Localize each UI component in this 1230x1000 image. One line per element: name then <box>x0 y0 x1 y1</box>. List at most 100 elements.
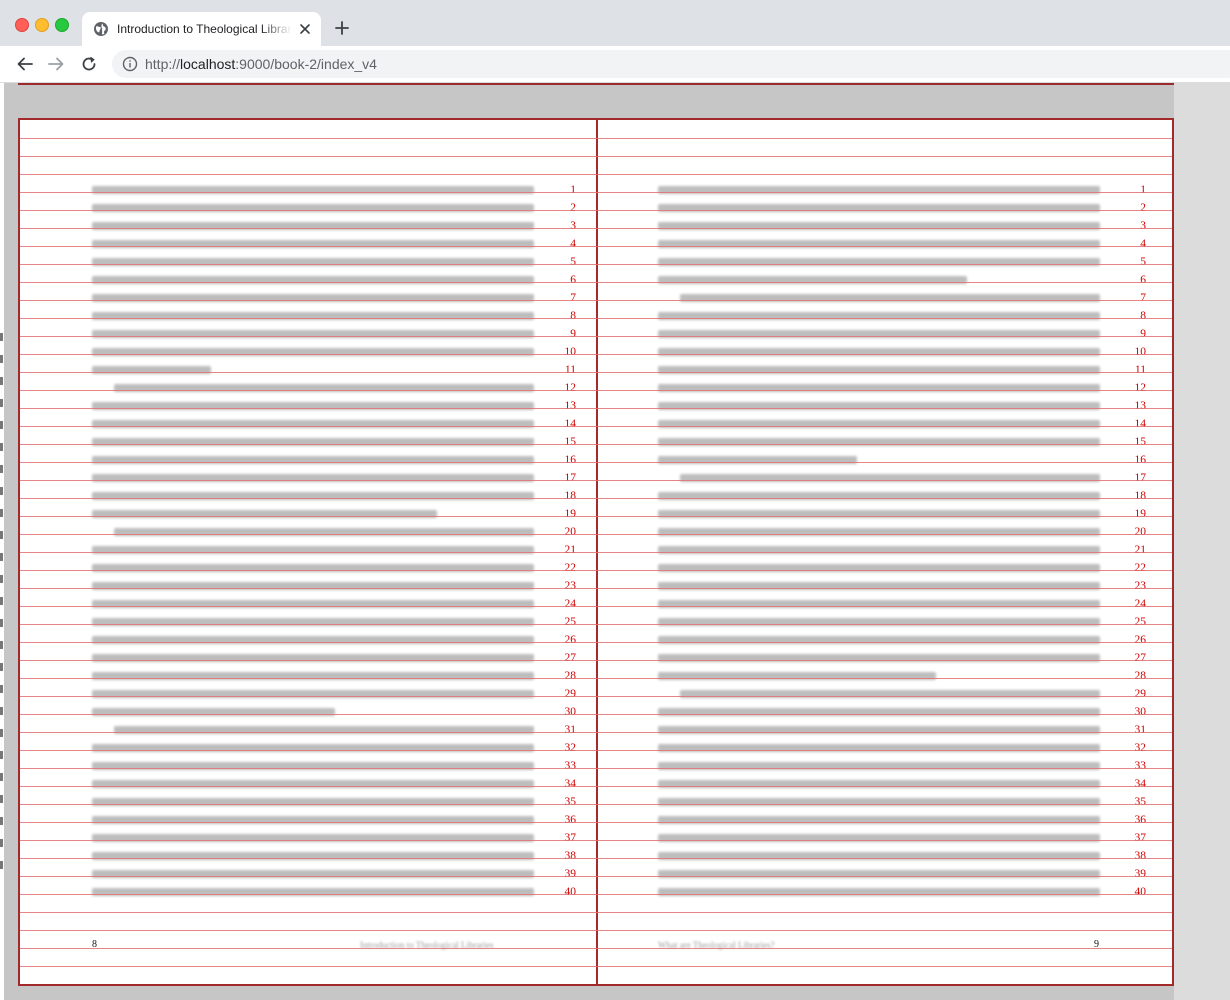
left-line-text-blur <box>92 420 534 428</box>
right-line-number: 14 <box>1134 418 1147 430</box>
left-line-number: 5 <box>570 256 576 268</box>
new-tab-icon[interactable] <box>334 20 350 36</box>
right-line-number: 27 <box>1134 652 1147 664</box>
right-line-number: 16 <box>1134 454 1147 466</box>
close-tab-icon[interactable] <box>298 22 312 36</box>
left-folio: 8 <box>92 939 97 950</box>
left-line-text-blur <box>92 186 534 194</box>
page-viewport[interactable]: 1 2 3 4 5 6 7 8 9 10 11 12 13 14 15 16 17 18 19 20 21 22 23 24 2… <box>0 83 1230 1000</box>
right-text-line <box>658 631 1100 649</box>
right-line-number: 33 <box>1134 760 1147 772</box>
left-line-number: 39 <box>564 868 577 880</box>
right-line-text-blur <box>658 510 1100 518</box>
left-line-text-blur <box>92 204 534 212</box>
right-line-text-blur <box>658 870 1100 878</box>
left-line-text-blur <box>92 474 534 482</box>
book-spread: 1 2 3 4 5 6 7 8 9 10 11 12 13 14 15 16 17 18 19 20 21 22 23 24 2… <box>18 118 1174 986</box>
left-text-line <box>92 649 534 667</box>
url-text[interactable]: http://localhost:9000/book-2/index_v4 <box>145 56 377 72</box>
right-text-line <box>658 271 967 289</box>
right-line-number: 15 <box>1134 436 1147 448</box>
active-tab[interactable]: Introduction to Theological Librarianshi… <box>82 12 321 46</box>
left-text-line <box>92 505 437 523</box>
left-line-text-blur <box>92 600 534 608</box>
maximize-window-button[interactable] <box>55 18 69 32</box>
left-line-text-blur <box>92 870 534 878</box>
left-line-text-blur <box>92 780 534 788</box>
right-text-line <box>680 469 1100 487</box>
reload-icon[interactable] <box>80 55 98 73</box>
left-line-number: 17 <box>564 472 577 484</box>
left-line-text-blur <box>92 762 534 770</box>
left-text-line <box>92 433 534 451</box>
forward-arrow-icon[interactable] <box>47 55 65 73</box>
left-line-text-blur <box>92 366 211 374</box>
right-text-line <box>658 559 1100 577</box>
left-line-number: 40 <box>564 886 577 898</box>
url-path: :9000/book-2/index_v4 <box>235 56 377 72</box>
left-line-number: 10 <box>564 346 577 358</box>
right-gutter <box>1174 83 1230 1000</box>
left-running-head: Introduction to Theological Libraries <box>360 940 494 950</box>
left-line-number: 25 <box>564 616 577 628</box>
address-bar[interactable]: http://localhost:9000/book-2/index_v4 <box>112 50 1230 78</box>
right-line-number: 28 <box>1134 670 1147 682</box>
right-text-line <box>658 595 1100 613</box>
left-line-text-blur <box>92 690 534 698</box>
right-line-text-blur <box>658 618 1100 626</box>
left-line-number: 1 <box>570 184 576 196</box>
left-text-line <box>92 757 534 775</box>
left-line-text-blur <box>92 222 534 230</box>
left-line-text-blur <box>92 438 534 446</box>
left-line-text-blur <box>92 834 534 842</box>
right-line-text-blur <box>658 420 1100 428</box>
left-line-number: 36 <box>564 814 577 826</box>
left-text-line <box>92 289 534 307</box>
info-icon[interactable] <box>122 56 138 72</box>
right-line-number: 31 <box>1134 724 1147 736</box>
left-page: 1 2 3 4 5 6 7 8 9 10 11 12 13 14 15 16 17 18 19 20 21 22 23 24 2… <box>20 120 596 984</box>
left-line-text-blur <box>92 654 534 662</box>
right-text-line <box>658 199 1100 217</box>
left-text-line <box>92 667 534 685</box>
right-text-line <box>658 829 1100 847</box>
back-arrow-icon[interactable] <box>16 55 34 73</box>
right-line-text-blur <box>680 474 1100 482</box>
right-text-line <box>658 847 1100 865</box>
left-text-line <box>92 883 534 901</box>
right-line-text-blur <box>658 546 1100 554</box>
left-text-line <box>92 217 534 235</box>
right-text-line <box>658 721 1100 739</box>
left-line-number: 28 <box>564 670 577 682</box>
right-line-number: 9 <box>1140 328 1146 340</box>
left-line-text-blur <box>92 672 534 680</box>
left-line-number: 8 <box>570 310 576 322</box>
left-line-text-blur <box>92 546 534 554</box>
right-line-number: 6 <box>1140 274 1146 286</box>
right-text-line <box>658 343 1100 361</box>
right-line-number: 3 <box>1140 220 1146 232</box>
right-line-number: 19 <box>1134 508 1147 520</box>
right-line-text-blur <box>658 564 1100 572</box>
left-line-number: 30 <box>564 706 577 718</box>
left-line-number: 22 <box>564 562 577 574</box>
left-text-line <box>92 487 534 505</box>
right-line-text-blur <box>658 366 1100 374</box>
right-text-line <box>658 487 1100 505</box>
tab-title: Introduction to Theological Librarianshi… <box>117 22 292 36</box>
right-line-number: 34 <box>1134 778 1147 790</box>
left-text-line <box>114 379 534 397</box>
left-line-number: 34 <box>564 778 577 790</box>
right-line-text-blur <box>658 708 1100 716</box>
left-line-text-blur <box>92 798 534 806</box>
left-line-text-blur <box>92 330 534 338</box>
right-line-number: 10 <box>1134 346 1147 358</box>
left-text-line <box>92 271 534 289</box>
right-text-line <box>658 811 1100 829</box>
minimize-window-button[interactable] <box>35 18 49 32</box>
right-text-line <box>658 361 1100 379</box>
toolbar: http://localhost:9000/book-2/index_v4 <box>0 46 1230 83</box>
right-line-text-blur <box>658 276 967 284</box>
close-window-button[interactable] <box>15 18 29 32</box>
left-text-line <box>92 703 335 721</box>
